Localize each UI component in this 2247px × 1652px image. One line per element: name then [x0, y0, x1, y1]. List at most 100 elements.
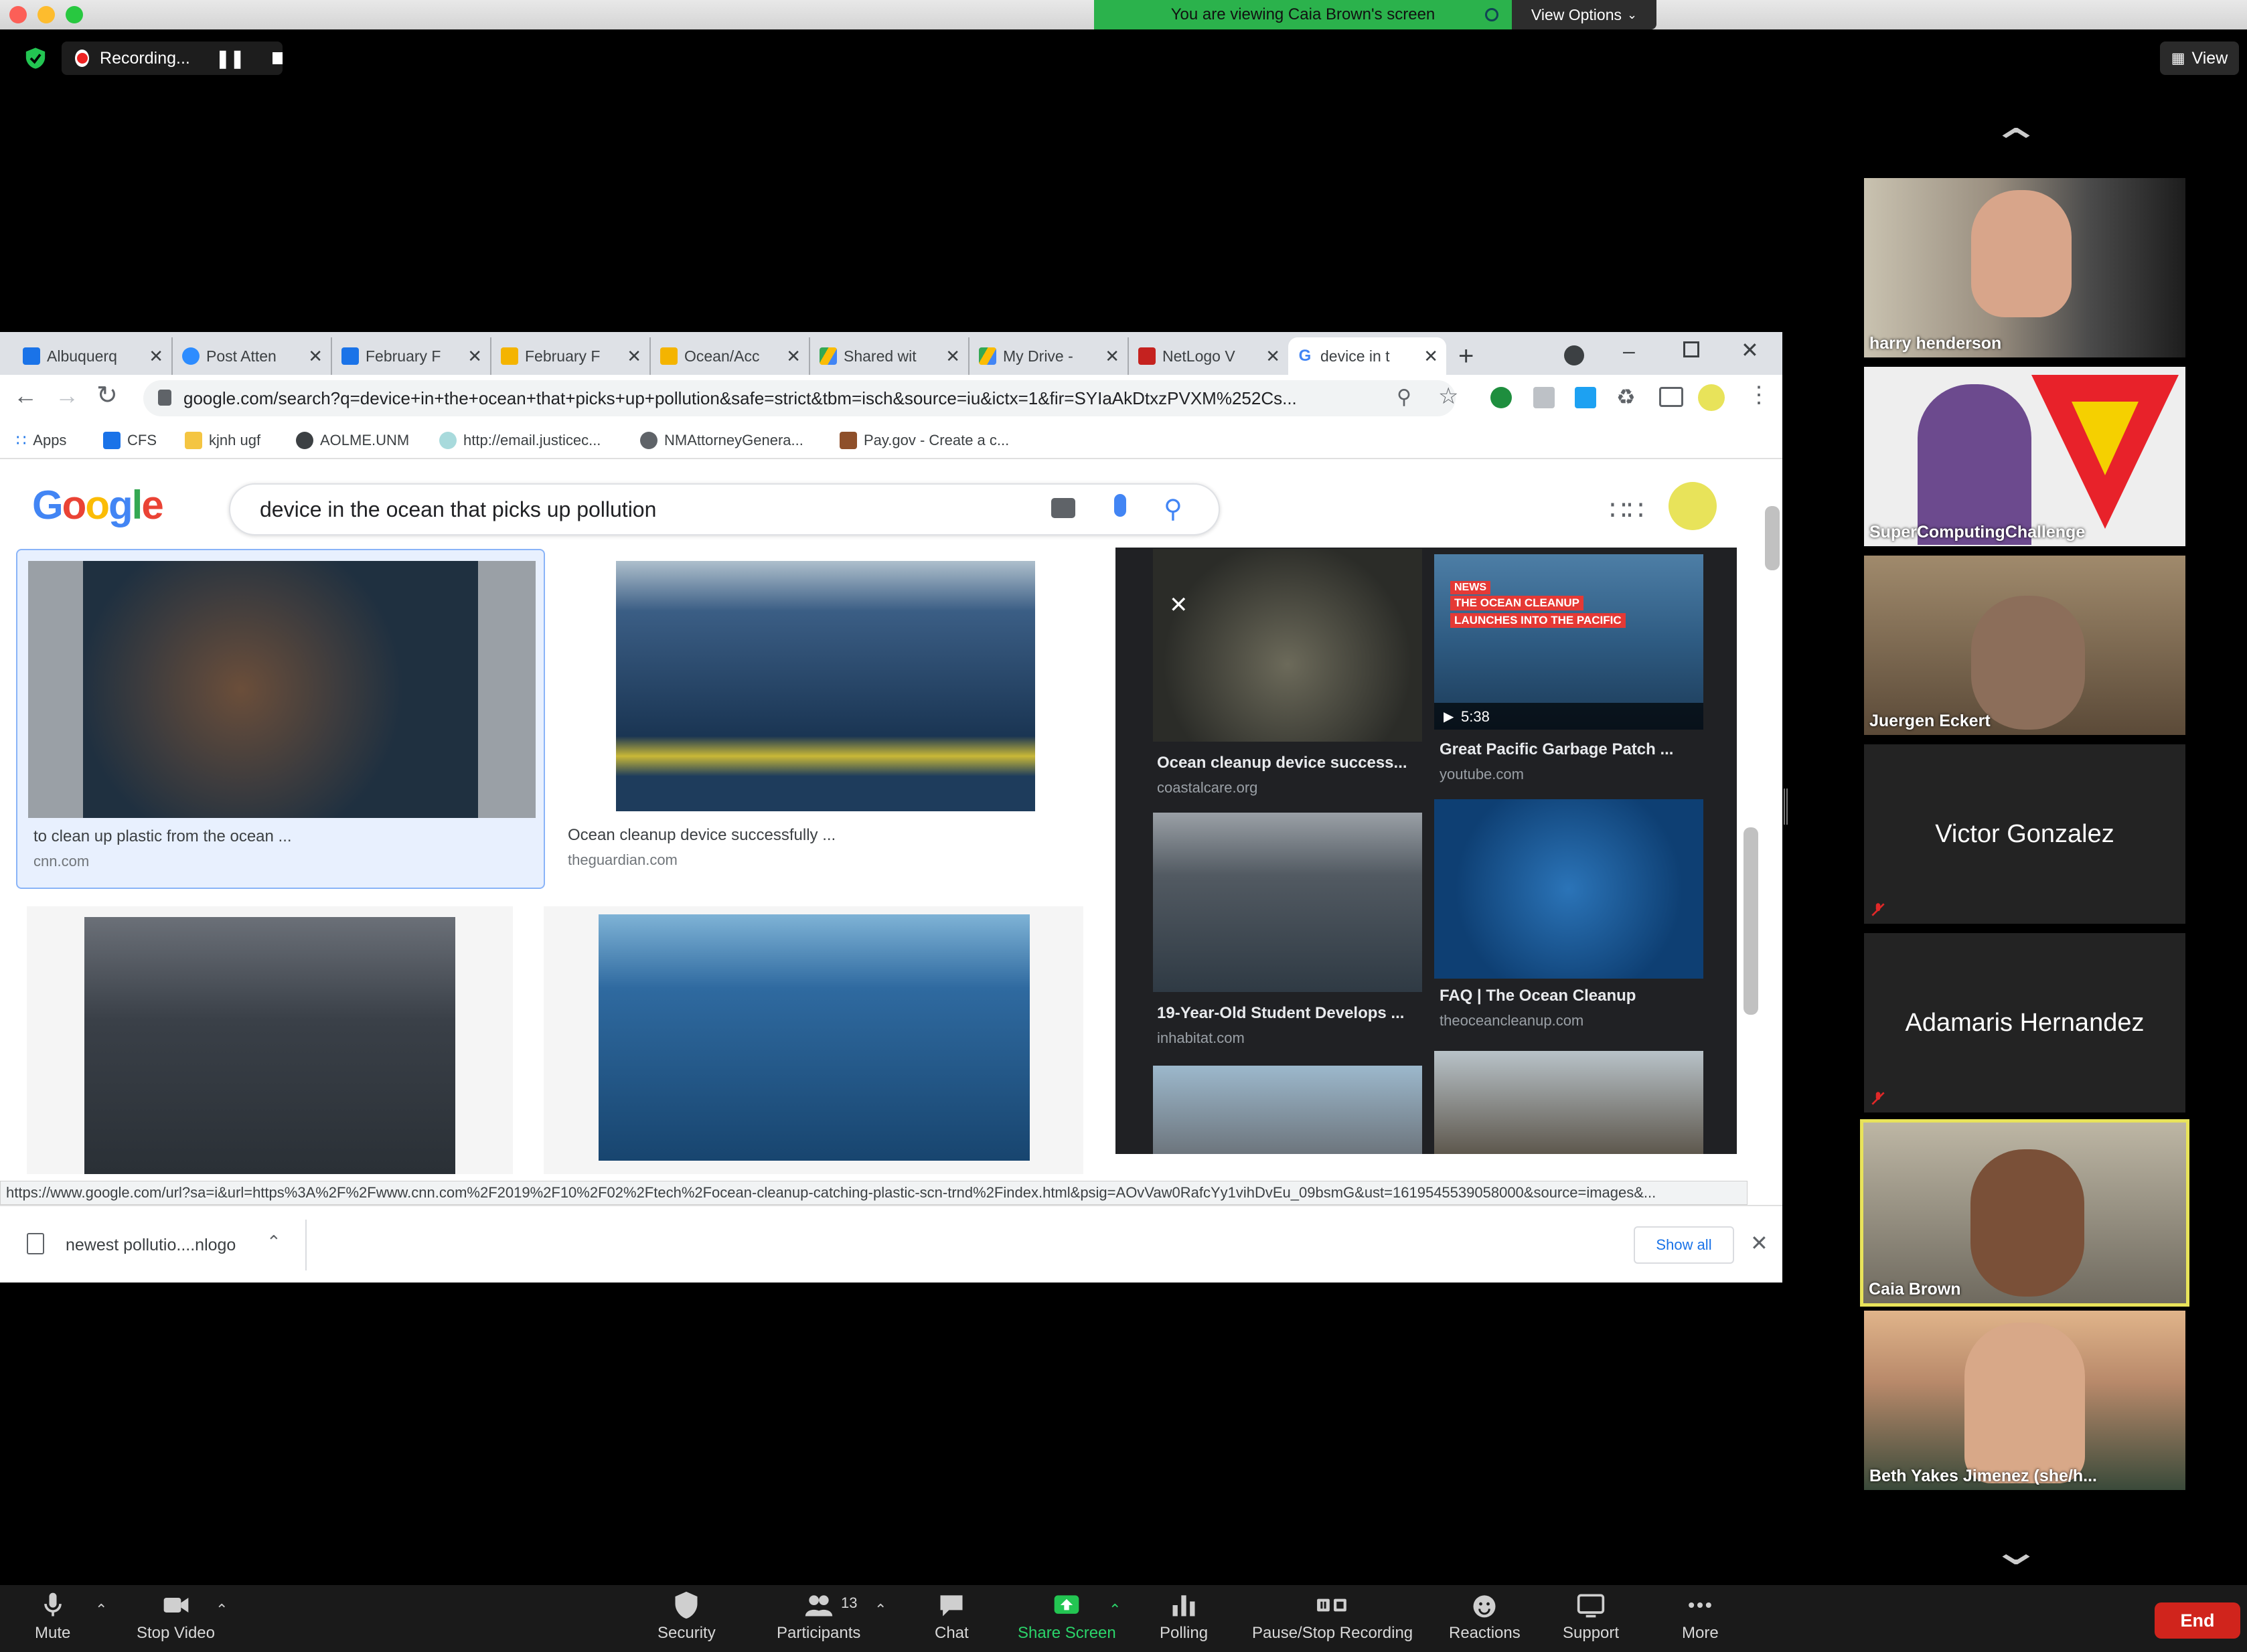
google-search-box[interactable]: device in the ocean that picks up pollut… [229, 483, 1220, 535]
tab-albuquerque[interactable]: Albuquerq ✕ [15, 337, 173, 375]
participant-tile-juergen[interactable]: Juergen Eckert [1864, 556, 2185, 735]
bookmark-email-justice[interactable]: http://email.justicec... [439, 428, 601, 452]
close-browser-button[interactable]: ✕ [1741, 337, 1759, 363]
camera-search-icon[interactable] [1051, 498, 1075, 518]
close-tab-icon[interactable]: ✕ [786, 346, 801, 367]
pause-stop-recording-button[interactable]: Pause/Stop Recording [1252, 1590, 1413, 1643]
chat-button[interactable]: Chat [935, 1590, 969, 1643]
pipe-deployment-image[interactable] [1153, 1066, 1422, 1154]
reload-icon[interactable]: ↻ [96, 380, 118, 410]
bookmark-pay-gov[interactable]: Pay.gov - Create a c... [840, 428, 1009, 452]
participant-tile-caia[interactable]: Caia Brown [1860, 1119, 2189, 1307]
search-icon[interactable]: ⚲ [1164, 494, 1182, 524]
download-filename[interactable]: newest pollutio....nlogo [66, 1236, 236, 1255]
panel-result-title[interactable]: FAQ | The Ocean Cleanup [1440, 987, 1636, 1005]
view-button[interactable]: ▦ View [2160, 42, 2239, 75]
participant-tile-supercomputing[interactable]: SuperComputingChallenge [1864, 367, 2185, 546]
forward-arrow-icon[interactable]: → [55, 382, 79, 410]
zoom-window-button[interactable] [66, 6, 83, 23]
tab-shared-with-me[interactable]: Shared wit ✕ [811, 337, 970, 375]
video-options-caret[interactable]: ⌃ [216, 1601, 228, 1619]
stop-recording-icon[interactable] [273, 52, 283, 64]
coastal-trash-image[interactable] [1153, 549, 1422, 742]
restore-browser-button[interactable] [1683, 341, 1699, 357]
orange-boom-image[interactable] [1153, 813, 1422, 992]
close-tab-icon[interactable]: ✕ [467, 346, 482, 367]
close-tab-icon[interactable]: ✕ [945, 346, 960, 367]
screencast-extension-icon[interactable] [1575, 387, 1596, 408]
panel-scroll-up[interactable] [1721, 556, 1727, 561]
gallery-scroll-up-icon[interactable]: ⌃ [1989, 120, 2043, 167]
close-tab-icon[interactable]: ✕ [308, 346, 323, 367]
bookmark-star-icon[interactable]: ☆ [1438, 383, 1458, 410]
bookmark-cfs[interactable]: CFS [103, 428, 157, 452]
encryption-shield-icon[interactable] [24, 47, 47, 70]
minimize-browser-button[interactable]: – [1623, 339, 1635, 363]
tab-search-icon[interactable] [1564, 345, 1584, 365]
bookmark-aolme[interactable]: AOLME.UNM [296, 428, 409, 452]
close-download-bar-icon[interactable]: ✕ [1750, 1230, 1768, 1256]
tab-february-classroom[interactable]: February F ✕ [493, 337, 651, 375]
tab-post-attendance[interactable]: Post Atten ✕ [174, 337, 332, 375]
bookmark-nm-attorney[interactable]: NMAttorneyGenera... [640, 428, 803, 452]
puzzle-icon[interactable]: ♻ [1616, 384, 1636, 410]
minimize-window-button[interactable] [37, 6, 55, 23]
close-tab-icon[interactable]: ✕ [149, 346, 163, 367]
participant-tile-victor[interactable]: Victor Gonzalez [1864, 744, 2185, 924]
stop-video-button[interactable]: Stop Video [137, 1590, 215, 1643]
tab-my-drive[interactable]: My Drive - ✕ [971, 337, 1129, 375]
bookmark-apps[interactable]: ∷ Apps [16, 428, 66, 452]
tab-february-forms[interactable]: February F ✕ [333, 337, 491, 375]
participant-tile-harry[interactable]: harry henderson [1864, 178, 2185, 357]
google-apps-icon[interactable]: ∷∷ [1610, 495, 1644, 526]
more-button[interactable]: More [1682, 1590, 1719, 1643]
chevron-up-icon[interactable]: ⌃ [266, 1232, 281, 1252]
panel-result-title[interactable]: Great Pacific Garbage Patch ... [1440, 740, 1673, 759]
tab-netlogo[interactable]: NetLogo V ✕ [1130, 337, 1288, 375]
beach-trash-image[interactable] [1434, 1051, 1703, 1154]
tab-ocean-slides[interactable]: Ocean/Acc ✕ [652, 337, 810, 375]
image-result-card-2[interactable]: Ocean cleanup device successfully ... th… [561, 549, 1090, 889]
panel-scrollbar-thumb[interactable] [1744, 827, 1758, 1015]
aerial-ocean-image[interactable] [1434, 799, 1703, 979]
browser-menu-icon[interactable]: ⋮ [1748, 382, 1770, 408]
end-meeting-button[interactable]: End [2155, 1602, 2240, 1639]
security-button[interactable]: Security [657, 1590, 716, 1643]
close-tab-icon[interactable]: ✕ [1265, 346, 1280, 367]
tab-google-search[interactable]: G device in t ✕ [1288, 337, 1446, 375]
profile-avatar[interactable] [1698, 384, 1725, 411]
support-button[interactable]: Support [1563, 1590, 1619, 1643]
zoom-magnifier-icon[interactable]: ⚲ [1397, 386, 1411, 409]
close-tab-icon[interactable]: ✕ [627, 346, 641, 367]
gallery-scroll-down-icon[interactable]: ⌄ [1989, 1527, 2043, 1574]
participants-options-caret[interactable]: ⌃ [874, 1601, 886, 1619]
back-arrow-icon[interactable]: ← [13, 382, 37, 410]
close-tab-icon[interactable]: ✕ [1423, 346, 1438, 367]
page-scrollbar-thumb[interactable] [1765, 506, 1780, 570]
close-tab-icon[interactable]: ✕ [1105, 346, 1119, 367]
participant-tile-beth[interactable]: Beth Yakes Jimenez (she/h... [1864, 1311, 2185, 1490]
google-doodle-logo[interactable]: Google [32, 482, 164, 528]
reactions-button[interactable]: Reactions [1449, 1590, 1521, 1643]
close-window-button[interactable] [9, 6, 27, 23]
audio-options-caret[interactable]: ⌃ [95, 1601, 107, 1619]
panel-result-title[interactable]: 19-Year-Old Student Develops ... [1157, 1004, 1404, 1023]
panel-result-title[interactable]: Ocean cleanup device success... [1157, 754, 1407, 772]
participant-tile-adamaris[interactable]: Adamaris Hernandez [1864, 933, 2185, 1112]
polling-button[interactable]: Polling [1160, 1590, 1208, 1643]
bookmark-kjnh[interactable]: kjnh ugf [185, 428, 260, 452]
image-result-card-4[interactable] [544, 906, 1083, 1174]
image-result-card-1[interactable]: to clean up plastic from the ocean ... c… [16, 549, 545, 889]
account-avatar[interactable] [1669, 482, 1717, 530]
show-all-button[interactable]: Show all [1634, 1226, 1734, 1264]
close-preview-icon[interactable]: ✕ [1169, 592, 1188, 618]
video-thumbnail[interactable]: NEWS THE OCEAN CLEANUP LAUNCHES INTO THE… [1434, 554, 1703, 730]
share-screen-button[interactable]: Share Screen [1018, 1590, 1116, 1643]
extension-icon[interactable] [1533, 387, 1555, 408]
address-bar[interactable]: google.com/search?q=device+in+the+ocean+… [143, 380, 1456, 416]
mute-button[interactable]: Mute [35, 1590, 70, 1643]
microphone-icon[interactable] [1114, 494, 1126, 517]
pause-recording-icon[interactable]: ❚❚ [216, 48, 245, 69]
share-options-caret[interactable]: ⌃ [1109, 1601, 1121, 1619]
extension-check-icon[interactable] [1490, 387, 1512, 408]
